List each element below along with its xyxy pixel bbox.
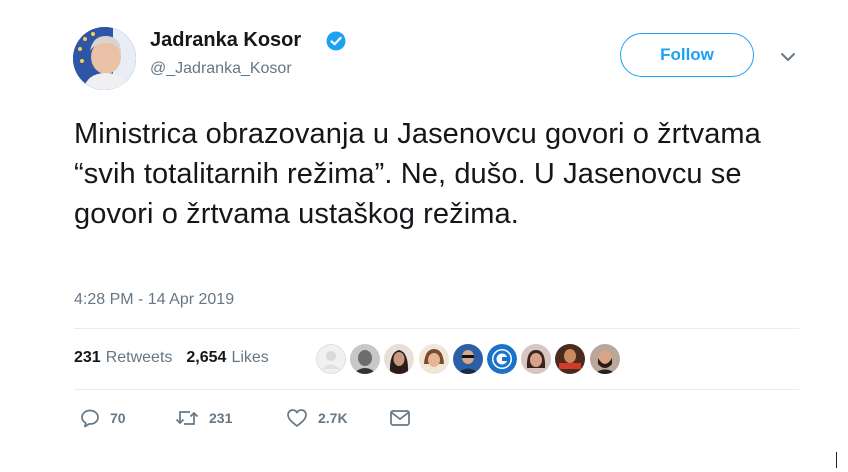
likes-count: 2,654 <box>186 349 227 366</box>
divider <box>74 328 799 329</box>
heart-icon <box>286 408 308 428</box>
retweet-icon <box>175 408 199 428</box>
verified-badge-icon <box>326 31 346 51</box>
likers-avatars <box>316 344 624 374</box>
avatar[interactable] <box>73 27 136 90</box>
tweet-card: Jadranka Kosor @_Jadranka_Kosor Follow M… <box>0 0 848 472</box>
divider <box>74 389 799 390</box>
likes-label: Likes <box>231 349 269 366</box>
chevron-down-icon[interactable] <box>778 50 798 64</box>
engagement-stats: 231 Retweets 2,654 Likes <box>74 349 269 367</box>
display-name[interactable]: Jadranka Kosor <box>150 29 301 52</box>
liker-avatar[interactable] <box>589 344 620 374</box>
liker-avatar[interactable] <box>350 344 381 374</box>
reply-icon <box>80 408 100 428</box>
likes-stat[interactable]: 2,654 Likes <box>186 349 268 367</box>
envelope-icon <box>389 408 411 428</box>
author-handle[interactable]: @_Jadranka_Kosor <box>150 60 292 78</box>
reply-count: 70 <box>110 410 126 426</box>
retweets-label: Retweets <box>105 349 173 366</box>
retweet-count: 231 <box>209 410 233 426</box>
liker-avatar[interactable] <box>486 344 517 374</box>
liker-avatar[interactable] <box>384 344 415 374</box>
retweet-button[interactable]: 231 <box>175 408 232 428</box>
liker-avatar[interactable] <box>452 344 483 374</box>
tweet-timestamp[interactable]: 4:28 PM - 14 Apr 2019 <box>74 291 234 309</box>
liker-avatar[interactable] <box>555 344 586 374</box>
liker-avatar[interactable] <box>316 344 346 374</box>
like-button[interactable]: 2.7K <box>286 408 348 428</box>
follow-button[interactable]: Follow <box>620 33 754 77</box>
direct-message-button[interactable] <box>389 408 411 428</box>
reply-button[interactable]: 70 <box>80 408 126 428</box>
text-cursor <box>836 452 837 468</box>
retweets-count: 231 <box>74 349 101 366</box>
liker-avatar[interactable] <box>418 344 449 374</box>
liker-avatar[interactable] <box>521 344 552 374</box>
retweets-stat[interactable]: 231 Retweets <box>74 349 172 367</box>
like-count: 2.7K <box>318 410 348 426</box>
tweet-text: Ministrica obrazovanja u Jasenovcu govor… <box>74 118 761 230</box>
